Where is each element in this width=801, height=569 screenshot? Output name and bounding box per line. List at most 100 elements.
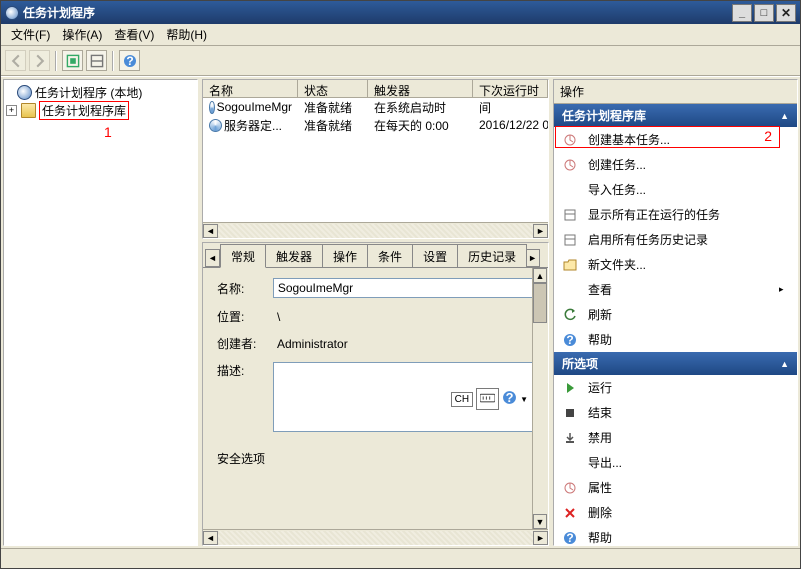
task-next: 2016/12/22 0:0 bbox=[473, 118, 548, 132]
action-icon bbox=[562, 307, 578, 323]
menu-help[interactable]: 帮助(H) bbox=[160, 24, 213, 45]
action-item[interactable]: 新文件夹... bbox=[554, 252, 797, 277]
maximize-button[interactable]: □ bbox=[754, 4, 774, 22]
action-icon bbox=[562, 405, 578, 421]
action-icon bbox=[562, 380, 578, 396]
col-status[interactable]: 状态 bbox=[298, 80, 368, 97]
tab-settings[interactable]: 设置 bbox=[412, 244, 458, 267]
tabbar: ◄ 常规 触发器 操作 条件 设置 历史记录 ► bbox=[203, 243, 548, 267]
action-item[interactable]: 刷新 bbox=[554, 302, 797, 327]
action-label: 查看 bbox=[588, 281, 612, 298]
tree-root-label: 任务计划程序 (本地) bbox=[35, 84, 142, 101]
task-icon bbox=[209, 119, 222, 132]
tab-scroll-right[interactable]: ► bbox=[525, 249, 540, 267]
list-header: 名称 状态 触发器 下次运行时间 bbox=[203, 80, 548, 98]
tab-actions[interactable]: 操作 bbox=[322, 244, 368, 267]
action-label: 禁用 bbox=[588, 429, 612, 446]
tab-history[interactable]: 历史记录 bbox=[457, 244, 527, 267]
action-item[interactable]: 导出... bbox=[554, 450, 797, 475]
task-list: 名称 状态 触发器 下次运行时间 SogouImeMgr准备就绪在系统启动时服务… bbox=[202, 79, 549, 239]
scroll-right[interactable]: ► bbox=[533, 224, 548, 238]
scroll-left[interactable]: ◄ bbox=[203, 224, 218, 238]
action-item[interactable]: 查看 ▸ bbox=[554, 277, 797, 302]
task-icon bbox=[209, 101, 215, 114]
action-item[interactable]: 运行 bbox=[554, 375, 797, 400]
action-item[interactable]: 创建任务... bbox=[554, 152, 797, 177]
ime-lang[interactable]: CH bbox=[451, 392, 473, 407]
ime-help-icon[interactable]: ? bbox=[502, 390, 517, 408]
scroll-right[interactable]: ► bbox=[533, 531, 548, 545]
action-item[interactable]: 创建基本任务... bbox=[554, 127, 797, 152]
tab-conditions[interactable]: 条件 bbox=[367, 244, 413, 267]
action-icon bbox=[562, 182, 578, 198]
tab-triggers[interactable]: 触发器 bbox=[265, 244, 323, 267]
toolbar: ? bbox=[1, 46, 800, 76]
location-value: \ bbox=[277, 310, 280, 324]
col-next[interactable]: 下次运行时间 bbox=[473, 80, 548, 97]
svg-text:?: ? bbox=[126, 54, 133, 68]
menu-view[interactable]: 查看(V) bbox=[108, 24, 160, 45]
back-button bbox=[5, 50, 26, 71]
window-title: 任务计划程序 bbox=[23, 4, 730, 21]
action-label: 导出... bbox=[588, 454, 622, 471]
action-item[interactable]: ?帮助 bbox=[554, 525, 797, 545]
tab-scroll-left[interactable]: ◄ bbox=[205, 249, 220, 267]
action-item[interactable]: 禁用 bbox=[554, 425, 797, 450]
action-label: 新文件夹... bbox=[588, 256, 646, 273]
task-row[interactable]: 服务器定...准备就绪在每天的 0:002016/12/22 0:0 bbox=[203, 116, 548, 134]
actions-pane: 操作 任务计划程序库▲ 创建基本任务...创建任务...导入任务...显示所有正… bbox=[553, 79, 798, 546]
action-label: 创建任务... bbox=[588, 156, 646, 173]
menubar: 文件(F) 操作(A) 查看(V) 帮助(H) bbox=[1, 24, 800, 46]
location-label: 位置: bbox=[217, 308, 277, 325]
task-status: 准备就绪 bbox=[298, 99, 368, 116]
statusbar bbox=[1, 548, 800, 568]
action-label: 运行 bbox=[588, 379, 612, 396]
action-icon bbox=[562, 257, 578, 273]
scroll-up[interactable]: ▲ bbox=[533, 268, 547, 283]
action-item[interactable]: ?帮助 bbox=[554, 327, 797, 352]
help-button[interactable]: ? bbox=[119, 50, 140, 71]
action-item[interactable]: 结束 bbox=[554, 400, 797, 425]
titlebar[interactable]: 任务计划程序 _ □ ✕ bbox=[1, 1, 800, 24]
security-options-label: 安全选项 bbox=[217, 450, 534, 467]
action-label: 创建基本任务... bbox=[588, 131, 670, 148]
detail-vscroll[interactable]: ▲ ▼ bbox=[532, 268, 548, 529]
detail-hscroll[interactable]: ◄ ► bbox=[203, 529, 548, 545]
col-trigger[interactable]: 触发器 bbox=[368, 80, 473, 97]
action-item[interactable]: 属性 bbox=[554, 475, 797, 500]
close-button[interactable]: ✕ bbox=[776, 4, 796, 22]
action-icon bbox=[562, 232, 578, 248]
scroll-left[interactable]: ◄ bbox=[203, 531, 218, 545]
tree-root[interactable]: 任务计划程序 (本地) bbox=[6, 84, 195, 100]
toolbar-btn-1[interactable] bbox=[62, 50, 83, 71]
col-name[interactable]: 名称 bbox=[203, 80, 298, 97]
action-item[interactable]: 显示所有正在运行的任务 bbox=[554, 202, 797, 227]
h-scrollbar[interactable]: ◄ ► bbox=[203, 222, 548, 238]
action-icon bbox=[562, 480, 578, 496]
action-icon bbox=[562, 132, 578, 148]
annotation-1: 1 bbox=[104, 124, 112, 140]
task-row[interactable]: SogouImeMgr准备就绪在系统启动时 bbox=[203, 98, 548, 116]
app-icon bbox=[5, 6, 19, 20]
ime-bar[interactable]: CH ? ▼ bbox=[451, 388, 528, 410]
tab-general[interactable]: 常规 bbox=[220, 244, 266, 268]
ime-dropdown-icon[interactable]: ▼ bbox=[520, 395, 528, 404]
minimize-button[interactable]: _ bbox=[732, 4, 752, 22]
scroll-thumb[interactable] bbox=[533, 283, 547, 323]
submenu-icon: ▸ bbox=[779, 284, 789, 295]
name-input[interactable] bbox=[273, 278, 534, 298]
actions-group-library[interactable]: 任务计划程序库▲ bbox=[554, 104, 797, 127]
actions-group-selected[interactable]: 所选项▲ bbox=[554, 352, 797, 375]
menu-file[interactable]: 文件(F) bbox=[5, 24, 56, 45]
action-item[interactable]: 删除 bbox=[554, 500, 797, 525]
ime-keyboard-icon[interactable] bbox=[476, 388, 499, 410]
tree-library[interactable]: + 任务计划程序库 bbox=[6, 102, 195, 118]
task-trigger: 在系统启动时 bbox=[368, 99, 473, 116]
scroll-down[interactable]: ▼ bbox=[533, 514, 547, 529]
action-icon bbox=[562, 430, 578, 446]
toolbar-btn-2[interactable] bbox=[86, 50, 107, 71]
menu-action[interactable]: 操作(A) bbox=[56, 24, 108, 45]
action-item[interactable]: 启用所有任务历史记录 bbox=[554, 227, 797, 252]
expand-icon[interactable]: + bbox=[6, 105, 17, 116]
action-item[interactable]: 导入任务... bbox=[554, 177, 797, 202]
